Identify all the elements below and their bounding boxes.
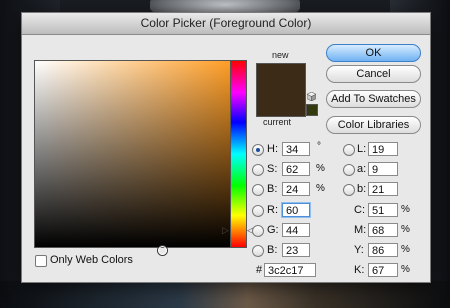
- lab-l-input[interactable]: 19: [368, 142, 398, 156]
- cyan-label: C:: [354, 204, 365, 216]
- brightness-unit: %: [316, 183, 325, 194]
- saturation-input[interactable]: 62: [282, 162, 310, 176]
- lab-b-radio[interactable]: [343, 184, 355, 196]
- black-input[interactable]: 67: [368, 263, 398, 277]
- hue-radio[interactable]: [252, 144, 264, 156]
- new-color-swatch: [256, 63, 306, 90]
- red-label: R:: [267, 204, 278, 216]
- add-to-swatches-button[interactable]: Add To Swatches: [326, 90, 421, 108]
- green-input[interactable]: 44: [282, 223, 310, 237]
- only-web-colors-label[interactable]: Only Web Colors: [50, 254, 133, 266]
- lab-b-label: b:: [357, 183, 367, 195]
- green-label: G:: [267, 224, 279, 236]
- magenta-input[interactable]: 68: [368, 223, 398, 237]
- degree-unit: °: [317, 141, 321, 152]
- brightness-label: B:: [267, 183, 278, 195]
- black-unit: %: [401, 264, 410, 275]
- current-color-label: current: [263, 117, 292, 127]
- blue-radio[interactable]: [252, 245, 264, 257]
- green-radio[interactable]: [252, 225, 264, 237]
- hex-label: #: [256, 264, 263, 276]
- hue-input[interactable]: 34: [282, 142, 310, 156]
- magenta-label: M:: [354, 224, 367, 236]
- lab-a-radio[interactable]: [343, 164, 355, 176]
- red-radio[interactable]: [252, 205, 264, 217]
- magenta-unit: %: [401, 224, 410, 235]
- hue-label: H:: [267, 143, 278, 155]
- only-web-colors-checkbox[interactable]: [35, 255, 47, 267]
- current-color-swatch[interactable]: [256, 90, 306, 117]
- lab-a-label: a:: [357, 163, 367, 175]
- saturation-label: S:: [267, 163, 278, 175]
- lab-a-input[interactable]: 9: [368, 162, 398, 176]
- color-field-cursor[interactable]: [158, 246, 167, 255]
- yellow-label: Y:: [354, 244, 364, 256]
- blue-label: B:: [267, 244, 278, 256]
- lab-l-label: L:: [357, 143, 367, 155]
- window-title[interactable]: Color Picker (Foreground Color): [22, 13, 430, 35]
- out-of-gamut-cube-icon[interactable]: [307, 92, 316, 101]
- ok-button[interactable]: OK: [326, 44, 421, 62]
- hue-slider-left-arrow-icon[interactable]: ▷: [222, 225, 229, 236]
- saturation-unit: %: [316, 163, 325, 174]
- red-input[interactable]: 60: [282, 203, 310, 217]
- hex-input[interactable]: 3c2c17: [264, 263, 316, 277]
- cyan-unit: %: [401, 204, 410, 215]
- color-picker-dialog: Color Picker (Foreground Color) ▷ ◁ new …: [21, 12, 431, 283]
- brightness-input[interactable]: 24: [282, 182, 310, 196]
- lab-l-radio[interactable]: [343, 144, 355, 156]
- saturation-brightness-field[interactable]: [34, 60, 239, 255]
- new-color-label: new: [272, 50, 289, 60]
- color-libraries-button[interactable]: Color Libraries: [326, 116, 421, 134]
- cyan-input[interactable]: 51: [368, 203, 398, 217]
- blue-input[interactable]: 23: [282, 243, 310, 257]
- yellow-input[interactable]: 86: [368, 243, 398, 257]
- saturation-radio[interactable]: [252, 164, 264, 176]
- cancel-button[interactable]: Cancel: [326, 65, 421, 83]
- black-label: K:: [354, 264, 365, 276]
- yellow-unit: %: [401, 244, 410, 255]
- background-bottom: [0, 281, 450, 308]
- web-safe-swatch[interactable]: [306, 104, 318, 116]
- lab-b-input[interactable]: 21: [368, 182, 398, 196]
- brightness-radio[interactable]: [252, 184, 264, 196]
- hue-slider[interactable]: [230, 60, 247, 248]
